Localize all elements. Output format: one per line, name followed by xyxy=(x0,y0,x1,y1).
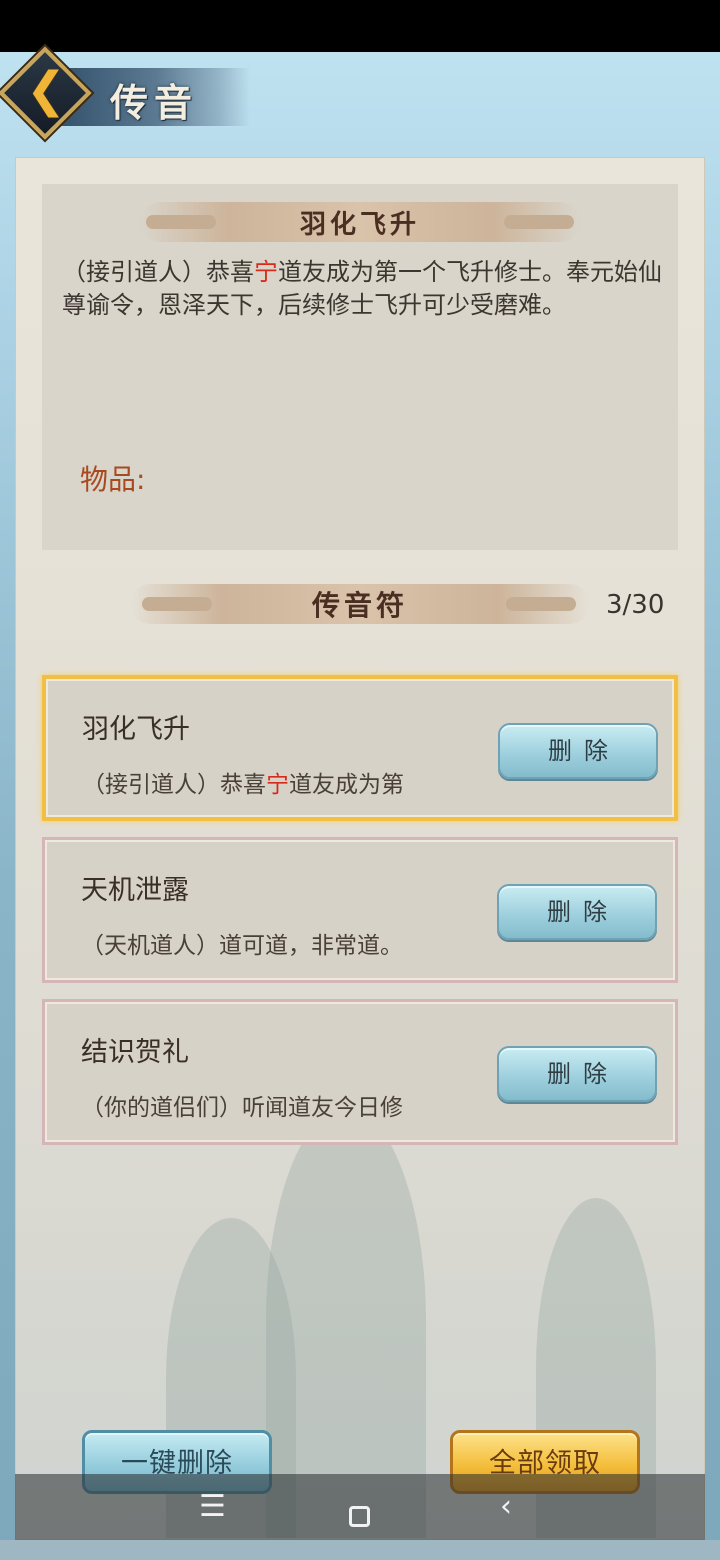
message-preview-suffix: 道友成为第 xyxy=(289,772,404,798)
home-square-icon[interactable] xyxy=(349,1506,370,1527)
message-preview: （你的道侣们）听闻道友今日修 xyxy=(81,1088,403,1122)
mail-body-highlight: 宁 xyxy=(254,258,278,286)
delete-button[interactable]: 删除 xyxy=(497,884,657,940)
message-card[interactable]: 羽化飞升 （接引道人）恭喜宁道友成为第 删除 xyxy=(42,675,678,821)
message-preview-highlight: 宁 xyxy=(266,772,289,798)
back-chevron-icon[interactable]: ‹ xyxy=(500,1492,512,1522)
mail-title: 羽化飞升 xyxy=(299,210,420,240)
bottom-edge xyxy=(0,1540,720,1560)
chevron-left-icon[interactable]: ❮ xyxy=(26,66,66,114)
message-title: 羽化飞升 xyxy=(82,714,190,745)
message-preview-prefix: （你的道侣们）听闻道友今日修 xyxy=(81,1095,403,1121)
message-card[interactable]: 天机泄露 （天机道人）道可道，非常道。 删除 xyxy=(42,837,678,983)
mail-body: （接引道人）恭喜宁道友成为第一个飞升修士。奉元始仙尊谕令，恩泽天下，后续修士飞升… xyxy=(62,256,662,322)
message-title: 结识贺礼 xyxy=(81,1037,189,1068)
mail-body-prefix: （接引道人）恭喜 xyxy=(62,258,254,286)
status-bar xyxy=(0,0,720,52)
menu-icon[interactable]: ☰ xyxy=(199,1492,226,1522)
message-preview: （接引道人）恭喜宁道友成为第 xyxy=(82,765,404,799)
message-preview-prefix: （接引道人）恭喜 xyxy=(82,772,266,798)
page-title: 传音 xyxy=(110,80,199,125)
message-count: 3/30 xyxy=(606,590,665,620)
items-label: 物品: xyxy=(80,463,146,496)
message-preview-prefix: （天机道人）道可道，非常道。 xyxy=(81,933,403,959)
message-card[interactable]: 结识贺礼 （你的道侣们）听闻道友今日修 删除 xyxy=(42,999,678,1145)
message-preview: （天机道人）道可道，非常道。 xyxy=(81,926,403,960)
message-title: 天机泄露 xyxy=(81,875,189,906)
delete-button[interactable]: 删除 xyxy=(498,723,658,779)
header: ❮ 传音 xyxy=(0,46,720,140)
delete-button[interactable]: 删除 xyxy=(497,1046,657,1102)
